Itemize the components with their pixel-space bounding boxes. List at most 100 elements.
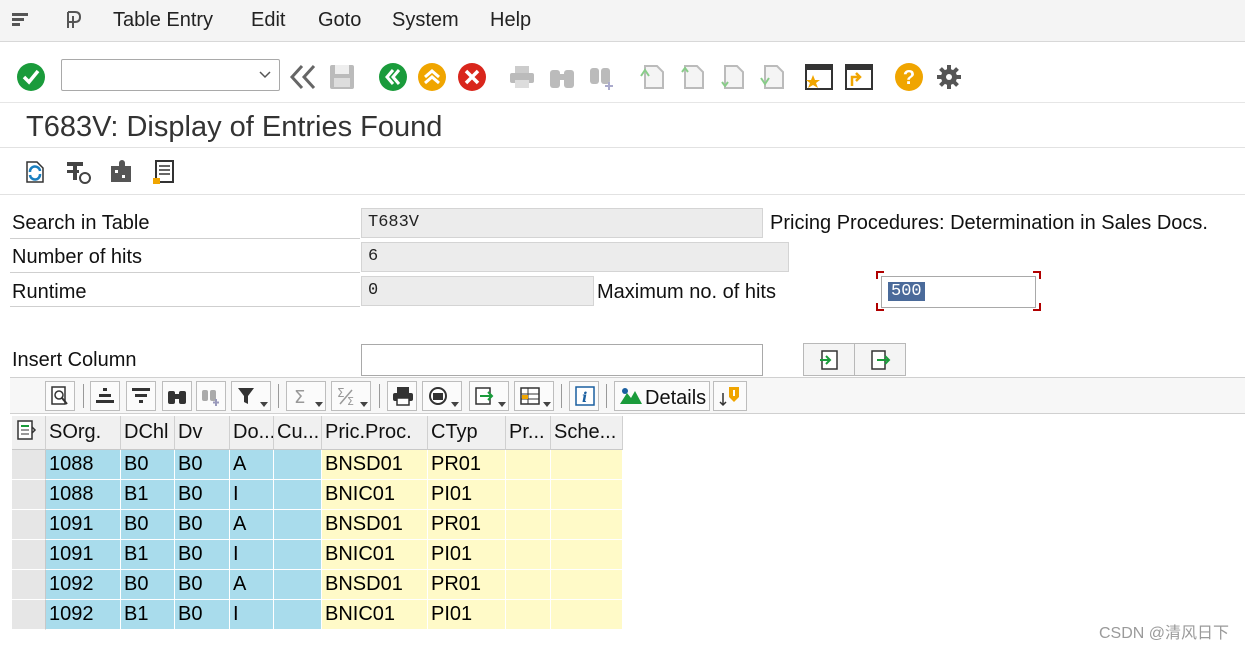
- table-cell[interactable]: [551, 600, 623, 630]
- table-cell[interactable]: BNSD01: [322, 510, 428, 540]
- menu-table-entry[interactable]: Table Entry: [113, 9, 213, 32]
- max-hits-input[interactable]: 500: [881, 276, 1036, 308]
- details-view-button[interactable]: [45, 381, 75, 411]
- table-cell[interactable]: PI01: [428, 540, 506, 570]
- table-cell[interactable]: [274, 480, 322, 510]
- enter-check-icon[interactable]: [16, 62, 46, 92]
- table-cell[interactable]: [506, 600, 551, 630]
- cancel-icon[interactable]: [457, 62, 487, 92]
- table-cell[interactable]: [551, 540, 623, 570]
- insert-column-input[interactable]: [361, 344, 763, 376]
- column-header[interactable]: SOrg.: [46, 416, 121, 450]
- document-list-icon[interactable]: [150, 158, 178, 186]
- table-cell[interactable]: B0: [175, 510, 230, 540]
- table-cell[interactable]: [551, 480, 623, 510]
- table-cell[interactable]: PI01: [428, 480, 506, 510]
- select-all-corner[interactable]: [12, 416, 46, 450]
- sort-descending-button[interactable]: [126, 381, 156, 411]
- row-selector[interactable]: [12, 570, 46, 600]
- table-cell[interactable]: [274, 540, 322, 570]
- row-selector[interactable]: [12, 600, 46, 630]
- views-button[interactable]: [422, 381, 462, 411]
- row-selector[interactable]: [12, 510, 46, 540]
- find-icon[interactable]: [547, 62, 577, 92]
- table-cell[interactable]: B1: [121, 480, 175, 510]
- column-header[interactable]: DChl: [121, 416, 175, 450]
- table-cell[interactable]: BNSD01: [322, 570, 428, 600]
- table-cell[interactable]: PR01: [428, 510, 506, 540]
- chevron-down-icon[interactable]: [259, 69, 271, 81]
- help-icon[interactable]: ?: [894, 62, 924, 92]
- settings-gear-icon[interactable]: [934, 60, 964, 90]
- table-cell[interactable]: BNIC01: [322, 480, 428, 510]
- menu-system[interactable]: System: [392, 9, 459, 32]
- column-header[interactable]: Pric.Proc.: [322, 416, 428, 450]
- table-cell[interactable]: [506, 540, 551, 570]
- table-cell[interactable]: 1091: [46, 510, 121, 540]
- table-cell[interactable]: B0: [121, 510, 175, 540]
- insert-column-button[interactable]: [803, 343, 855, 376]
- table-cell[interactable]: [506, 510, 551, 540]
- table-cell[interactable]: BNIC01: [322, 600, 428, 630]
- bookmark-icon[interactable]: [804, 62, 834, 92]
- sort-ascending-button[interactable]: [90, 381, 120, 411]
- menu-goto[interactable]: Goto: [318, 9, 361, 32]
- save-icon[interactable]: [327, 62, 357, 92]
- table-cell[interactable]: PR01: [428, 450, 506, 480]
- row-selector[interactable]: [12, 540, 46, 570]
- table-cell[interactable]: [506, 480, 551, 510]
- table-cell[interactable]: 1092: [46, 600, 121, 630]
- table-cell[interactable]: [274, 600, 322, 630]
- table-cell[interactable]: B0: [175, 540, 230, 570]
- menu-edit[interactable]: Edit: [251, 9, 285, 32]
- last-page-icon[interactable]: [757, 62, 787, 92]
- table-cell[interactable]: B1: [121, 600, 175, 630]
- table-cell[interactable]: B0: [175, 600, 230, 630]
- remove-column-button[interactable]: [854, 343, 906, 376]
- previous-page-icon[interactable]: [677, 62, 707, 92]
- find-next-button[interactable]: [196, 381, 226, 411]
- layout-button[interactable]: [514, 381, 554, 411]
- table-cell[interactable]: B0: [175, 570, 230, 600]
- row-selector[interactable]: [12, 450, 46, 480]
- table-cell[interactable]: B0: [121, 570, 175, 600]
- column-header[interactable]: Pr...: [506, 416, 551, 450]
- column-header[interactable]: Sche...: [551, 416, 623, 450]
- find-button[interactable]: [162, 381, 192, 411]
- table-cell[interactable]: A: [230, 570, 274, 600]
- table-cell[interactable]: [551, 450, 623, 480]
- table-cell[interactable]: I: [230, 480, 274, 510]
- table-cell[interactable]: A: [230, 450, 274, 480]
- refresh-icon[interactable]: [21, 158, 49, 186]
- column-header[interactable]: CTyp: [428, 416, 506, 450]
- next-page-icon[interactable]: [717, 62, 747, 92]
- table-cell[interactable]: PR01: [428, 570, 506, 600]
- puzzle-settings-icon[interactable]: [107, 158, 135, 186]
- table-cell[interactable]: [551, 570, 623, 600]
- table-cell[interactable]: [274, 450, 322, 480]
- filter-settings-icon[interactable]: [64, 158, 92, 186]
- filter-button[interactable]: [231, 381, 271, 411]
- table-cell[interactable]: [506, 570, 551, 600]
- find-next-icon[interactable]: [587, 62, 617, 92]
- table-cell[interactable]: 1091: [46, 540, 121, 570]
- command-field[interactable]: [61, 59, 280, 91]
- first-page-icon[interactable]: [637, 62, 667, 92]
- table-cell[interactable]: [506, 450, 551, 480]
- column-header[interactable]: Dv: [175, 416, 230, 450]
- column-header[interactable]: Do...: [230, 416, 274, 450]
- table-cell[interactable]: A: [230, 510, 274, 540]
- table-cell[interactable]: [274, 510, 322, 540]
- menu-icon[interactable]: [10, 9, 32, 31]
- table-cell[interactable]: B1: [121, 540, 175, 570]
- information-button[interactable]: i: [569, 381, 599, 411]
- back-nav-icon[interactable]: [288, 62, 318, 92]
- menu-help[interactable]: Help: [490, 9, 531, 32]
- export-button[interactable]: [469, 381, 509, 411]
- table-cell[interactable]: B0: [175, 450, 230, 480]
- total-button[interactable]: Σ: [286, 381, 326, 411]
- exit-icon[interactable]: [417, 62, 447, 92]
- command-input[interactable]: [68, 64, 248, 86]
- table-cell[interactable]: BNSD01: [322, 450, 428, 480]
- column-header[interactable]: Cu...: [274, 416, 322, 450]
